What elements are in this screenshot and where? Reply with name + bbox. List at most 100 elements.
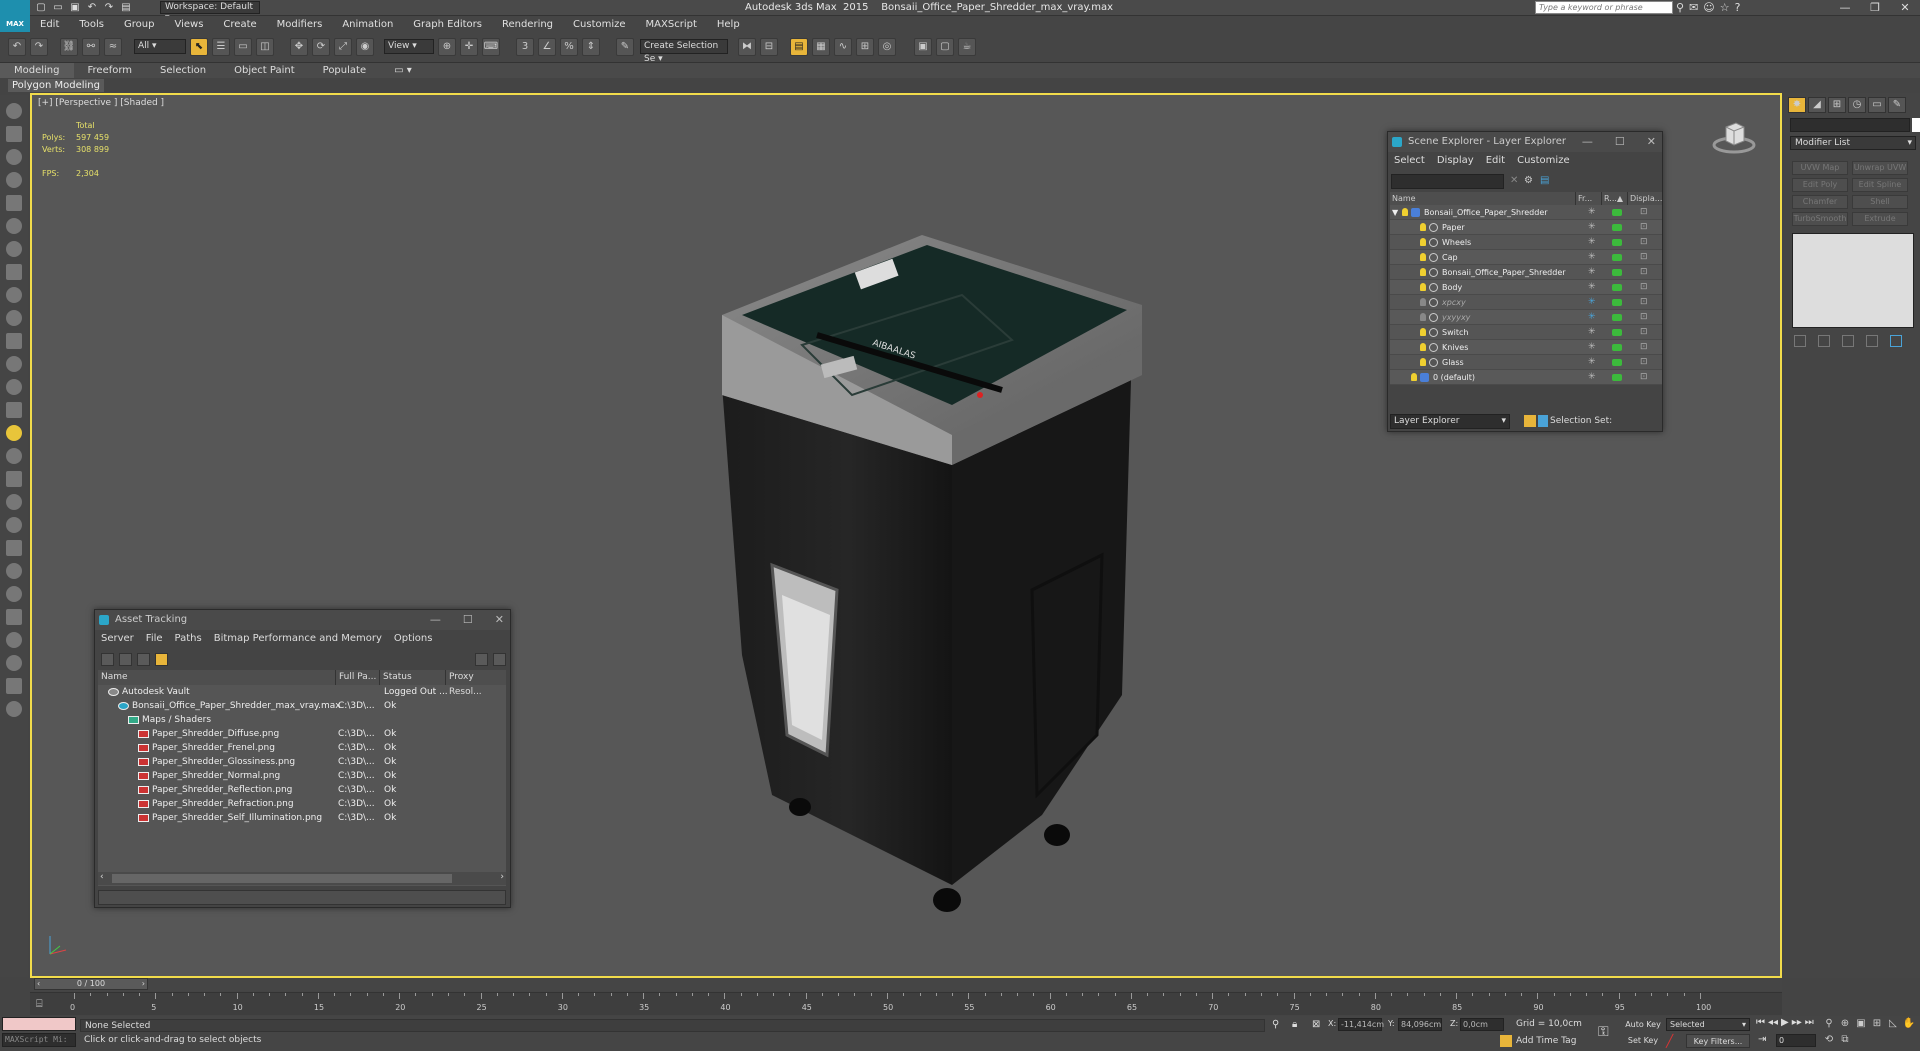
camera-icon[interactable] <box>6 448 22 464</box>
schematic-view-icon[interactable]: ⊞ <box>856 38 874 56</box>
layer-mode-icon[interactable] <box>1524 415 1536 427</box>
previous-frame-icon[interactable]: ◂◂ <box>1768 1017 1778 1028</box>
scene-explorer-titlebar[interactable]: Scene Explorer - Layer Explorer — ☐ ✕ <box>1388 132 1662 152</box>
renderable-toggle-icon[interactable] <box>1612 209 1622 216</box>
menu-views[interactable]: Views <box>164 16 213 33</box>
menu-tools[interactable]: Tools <box>69 16 114 33</box>
tree-row[interactable]: Paper ✳ ⊡ <box>1390 220 1662 235</box>
display-toggle-icon[interactable]: ⊡ <box>1640 220 1648 235</box>
selection-filter-dropdown[interactable]: All ▾ <box>134 39 186 54</box>
tab-freeform[interactable]: Freeform <box>74 63 147 78</box>
sphere-icon[interactable] <box>6 218 22 234</box>
se-menu-customize[interactable]: Customize <box>1511 152 1576 170</box>
modifier-list-dropdown[interactable]: Modifier List ▾ <box>1790 136 1916 150</box>
display-tab-icon[interactable]: ▭ <box>1868 97 1886 113</box>
tree-view-icon[interactable] <box>137 653 150 666</box>
close-icon[interactable]: ✕ <box>1647 132 1656 152</box>
open-file-icon[interactable]: ▭ <box>51 2 65 14</box>
freeze-toggle-icon[interactable]: ✳ <box>1588 220 1596 235</box>
help-icon[interactable]: ? <box>1735 1 1741 14</box>
time-tag-icon[interactable] <box>1500 1035 1512 1047</box>
undo-icon[interactable]: ↶ <box>85 2 99 14</box>
next-frame-icon[interactable]: › <box>142 979 145 989</box>
freeze-toggle-icon[interactable]: ✳ <box>1588 355 1596 370</box>
visibility-bulb-icon[interactable] <box>1402 208 1408 216</box>
table-row[interactable]: Paper_Shredder_Self_Illumination.png C:\3… <box>98 811 506 825</box>
key-mode-toggle-icon[interactable]: ⇥ <box>1758 1034 1766 1045</box>
renderable-toggle-icon[interactable] <box>1612 284 1622 291</box>
menu-help[interactable]: Help <box>707 16 750 33</box>
tree-row[interactable]: ухууху ✳ ⊡ <box>1390 310 1662 325</box>
expand-icon[interactable]: ▼ <box>1392 205 1398 220</box>
filter-icon[interactable]: ⚙ <box>1524 175 1533 186</box>
set-key-button[interactable]: Set Key <box>1624 1034 1662 1048</box>
table-row[interactable]: Paper_Shredder_Diffuse.png C:\3D\... Ok <box>98 727 506 741</box>
freeze-toggle-icon[interactable]: ✳ <box>1588 325 1596 340</box>
visibility-bulb-icon[interactable] <box>1420 223 1426 231</box>
at-menu-server[interactable]: Server <box>95 630 140 648</box>
time-slider-thumb[interactable]: ‹ 0 / 100 › <box>34 978 148 990</box>
add-time-tag-button[interactable]: Add Time Tag <box>1516 1036 1576 1046</box>
display-toggle-icon[interactable]: ⊡ <box>1640 235 1648 250</box>
renderable-toggle-icon[interactable] <box>1612 344 1622 351</box>
table-row[interactable]: Paper_Shredder_Reflection.png C:\3D\... Ok <box>98 783 506 797</box>
freeze-toggle-icon[interactable]: ✳ <box>1588 250 1596 265</box>
key-mode-icon[interactable]: ╱ <box>1666 1034 1680 1048</box>
brush-icon[interactable] <box>6 563 22 579</box>
communication-icon[interactable]: ✉ <box>1689 1 1698 14</box>
container-icon[interactable] <box>6 126 22 142</box>
scene-explorer-search-input[interactable] <box>1391 174 1504 189</box>
ribbon-options-icon[interactable]: ▭ ▾ <box>380 63 426 78</box>
freeze-toggle-icon[interactable]: ✳ <box>1588 310 1596 325</box>
maxscript-mini-listener[interactable]: MAXScript Mi: <box>2 1033 76 1047</box>
maxscript-listener[interactable] <box>2 1017 76 1031</box>
orbit-icon[interactable] <box>6 103 22 119</box>
menu-graph-editors[interactable]: Graph Editors <box>403 16 492 33</box>
remove-modifier-icon[interactable] <box>1866 335 1878 347</box>
set-key-icon[interactable]: ⚿ <box>1598 1024 1609 1040</box>
menu-animation[interactable]: Animation <box>332 16 403 33</box>
ribbon-toggle-icon[interactable]: ▦ <box>812 38 830 56</box>
scale-icon[interactable]: ⤢ <box>334 38 352 56</box>
spacewarp-icon[interactable] <box>6 494 22 510</box>
visibility-bulb-icon[interactable] <box>1420 283 1426 291</box>
at-menu-bitmap-performance-and-memory[interactable]: Bitmap Performance and Memory <box>208 630 388 648</box>
select-object-icon[interactable]: ⬉ <box>190 38 208 56</box>
display-toggle-icon[interactable]: ⊡ <box>1640 355 1648 370</box>
binoculars-icon[interactable]: ⚲ <box>1676 1 1684 14</box>
texture-icon[interactable] <box>6 609 22 625</box>
spinner-snap-icon[interactable]: ⇕ <box>582 38 600 56</box>
renderable-toggle-icon[interactable] <box>1612 374 1622 381</box>
viewport-label[interactable]: [+] [Perspective ] [Shaded ] <box>38 98 164 108</box>
teapot-icon[interactable] <box>6 195 22 211</box>
next-frame-icon[interactable]: ▸▸ <box>1792 1017 1802 1028</box>
help-icon[interactable] <box>493 653 506 666</box>
table-row[interactable]: Paper_Shredder_Refraction.png C:\3D\... Ok <box>98 797 506 811</box>
vault-icon[interactable] <box>475 653 488 666</box>
visibility-bulb-icon[interactable] <box>1420 343 1426 351</box>
maximize-icon[interactable]: ❐ <box>1860 0 1890 15</box>
column-name[interactable]: Name <box>1390 192 1576 205</box>
window-crossing-icon[interactable]: ◫ <box>256 38 274 56</box>
visibility-bulb-icon[interactable] <box>1420 268 1426 276</box>
new-file-icon[interactable]: ▢ <box>34 2 48 14</box>
unlink-icon[interactable]: ⚯ <box>82 38 100 56</box>
app-logo[interactable]: MAX <box>0 0 30 32</box>
torus-icon[interactable] <box>6 264 22 280</box>
visibility-bulb-icon[interactable] <box>1420 328 1426 336</box>
material-editor-icon[interactable]: ◎ <box>878 38 896 56</box>
mirror-icon[interactable]: ⧓ <box>738 38 756 56</box>
freeze-toggle-icon[interactable]: ✳ <box>1588 235 1596 250</box>
display-toggle-icon[interactable]: ⊡ <box>1640 265 1648 280</box>
asset-tracking-titlebar[interactable]: Asset Tracking — ☐ ✕ <box>95 610 510 630</box>
tube-icon[interactable] <box>6 333 22 349</box>
maximize-viewport-icon[interactable]: ⧉ <box>1838 1033 1852 1047</box>
tab-selection[interactable]: Selection <box>146 63 220 78</box>
visibility-bulb-icon[interactable] <box>1420 313 1426 321</box>
play-icon[interactable]: ▶ <box>1781 1017 1789 1028</box>
table-view-icon[interactable] <box>155 653 168 666</box>
maximize-icon[interactable]: ☐ <box>1615 132 1625 152</box>
snaps-toggle-icon[interactable]: 3 <box>516 38 534 56</box>
favorites-icon[interactable]: ☆ <box>1720 1 1730 14</box>
zoom-all-icon[interactable]: ⊕ <box>1838 1017 1852 1031</box>
